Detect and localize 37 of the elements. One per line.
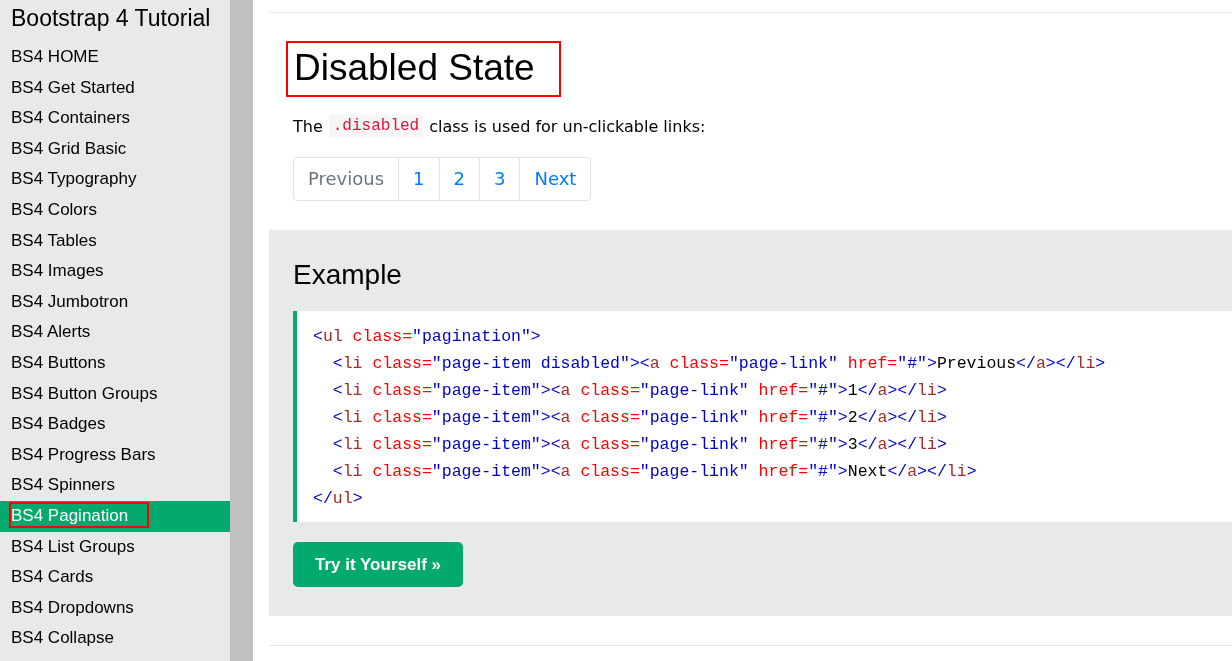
code-line: <li class="page-item disabled"><a class="page-link" href="#">Previous</a></li> [331, 353, 1107, 375]
code-line: </ul> [313, 488, 364, 510]
sidebar-item[interactable]: BS4 List Groups [0, 531, 230, 563]
sidebar-item[interactable]: BS4 Spinners [0, 470, 230, 501]
sidebar-item[interactable]: BS4 Progress Bars [0, 439, 230, 471]
sidebar-item[interactable]: BS4 Tables [0, 225, 230, 257]
sidebar-item[interactable]: BS4 Typography [0, 164, 230, 195]
sidebar-item[interactable]: BS4 Collapse [0, 623, 230, 654]
sidebar-item[interactable]: BS4 Containers [0, 103, 230, 134]
code-line: <li class="page-item"><a class="page-link" href="#">3</a></li> [331, 434, 948, 456]
example-title: Example [293, 259, 403, 291]
sidebar-item[interactable]: BS4 HOME [0, 42, 230, 73]
sidebar-item[interactable]: BS4 Get Started [0, 72, 230, 104]
code-line: <ul class="pagination"> [313, 326, 542, 348]
intro-text: The [293, 116, 323, 136]
sidebar-item[interactable]: BS4 Grid Basic [0, 133, 230, 165]
sidebar-title: Bootstrap 4 Tutorial [10, 4, 212, 33]
page-link[interactable]: 1 [398, 157, 440, 201]
page-link[interactable]: Next [519, 157, 592, 201]
sidebar-item[interactable]: BS4 Button Groups [0, 378, 230, 410]
sidebar-item[interactable]: BS4 Images [0, 256, 230, 287]
page-heading: Disabled State [286, 41, 561, 97]
sidebar-item[interactable]: BS4 Badges [0, 409, 230, 440]
intro-text: class is used for un-clickable links: [429, 116, 706, 136]
code-line: <li class="page-item"><a class="page-link" href="#">2</a></li> [331, 407, 948, 429]
sidebar-item[interactable]: BS4 Alerts [0, 317, 230, 348]
sidebar-item[interactable]: BS4 Buttons [0, 347, 230, 379]
inline-code: .disabled [328, 115, 424, 137]
code-line: <li class="page-item"><a class="page-link" href="#">1</a></li> [331, 380, 948, 402]
sidebar-item[interactable]: BS4 Colors [0, 194, 230, 226]
page-link[interactable]: 3 [479, 157, 521, 201]
sidebar-item[interactable]: BS4 Dropdowns [0, 592, 230, 624]
code-line: <li class="page-item"><a class="page-link" href="#">Next</a></li> [331, 461, 978, 483]
scrollbar[interactable] [230, 0, 253, 661]
sidebar-item[interactable]: BS4 Jumbotron [0, 286, 230, 318]
page-link[interactable]: 2 [438, 157, 480, 201]
sidebar-item[interactable]: BS4 Cards [0, 562, 230, 593]
